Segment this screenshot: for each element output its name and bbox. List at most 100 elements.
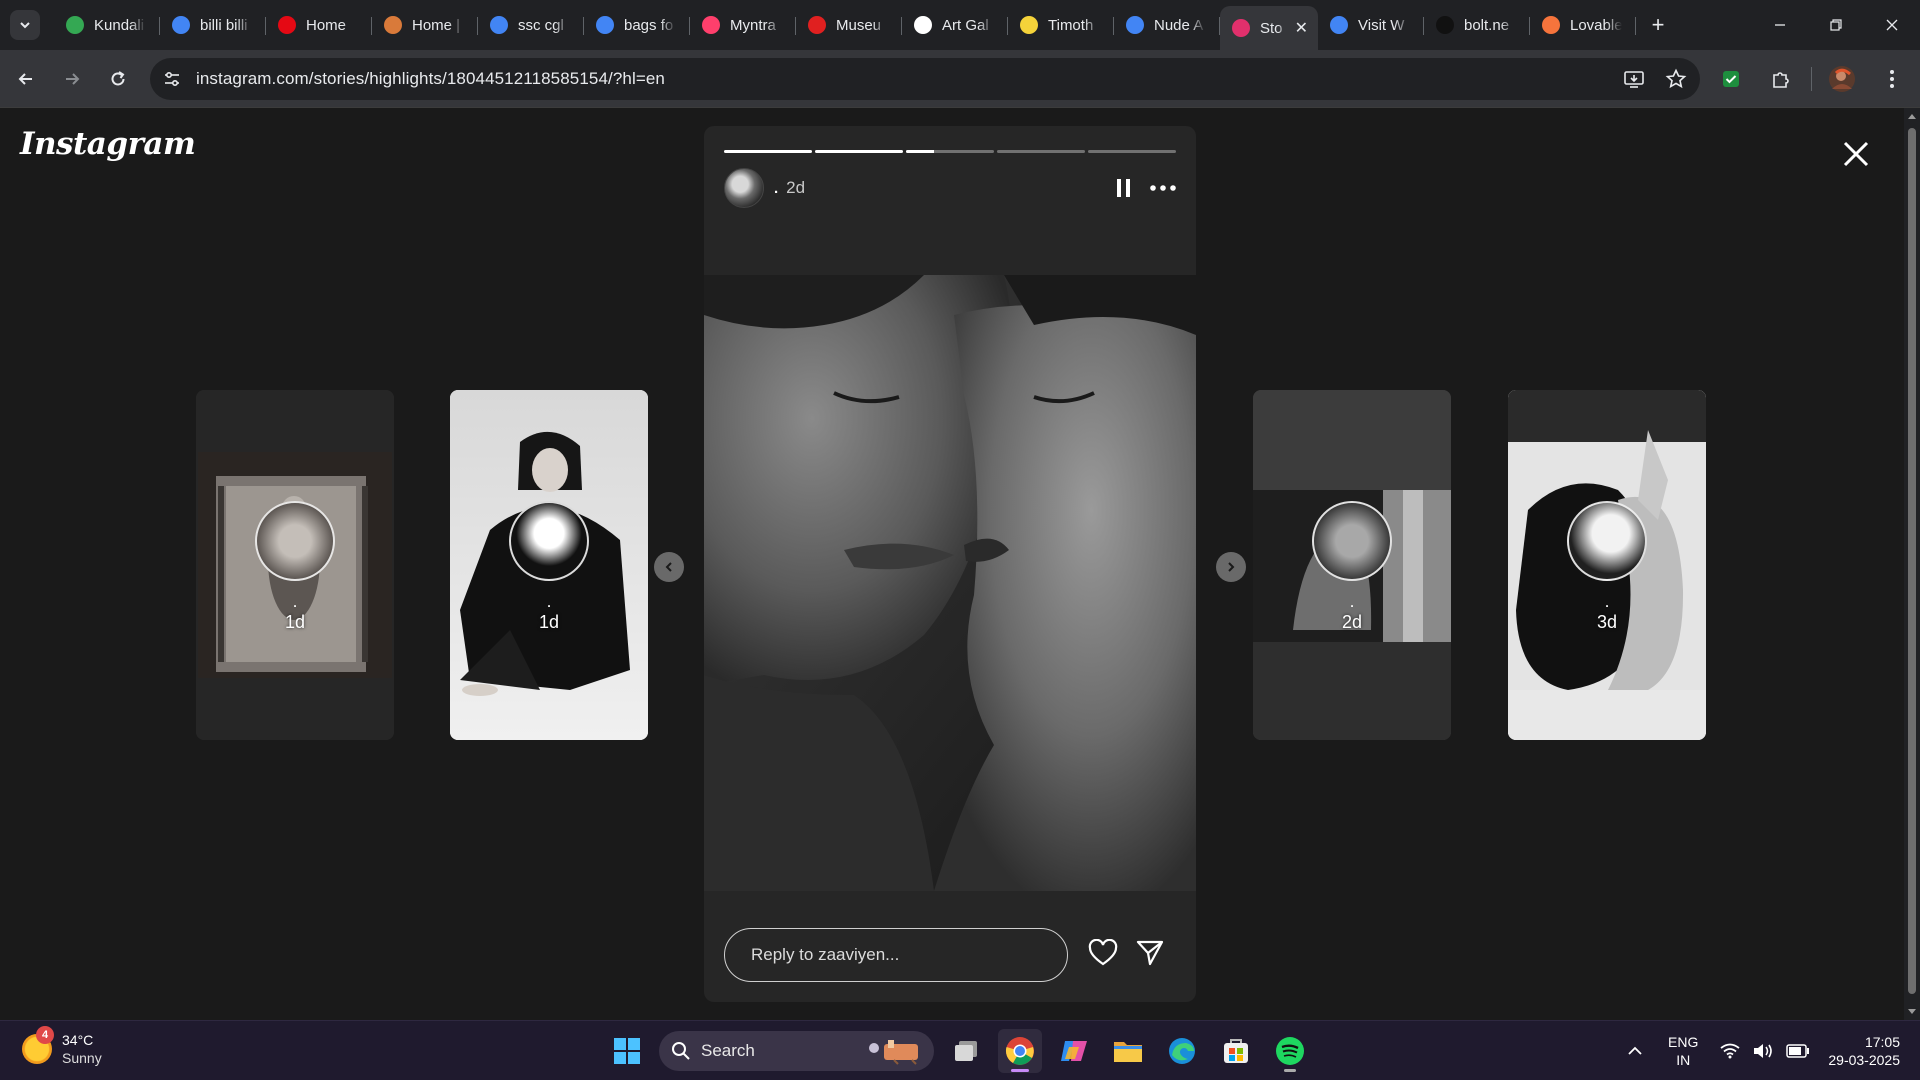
next-story-button[interactable] <box>1216 552 1246 582</box>
quick-settings[interactable] <box>1720 1042 1810 1060</box>
running-indicator <box>1284 1069 1296 1072</box>
story-header: . 2d <box>724 168 1176 208</box>
minimize-button[interactable] <box>1752 0 1808 50</box>
tab-search-button[interactable] <box>10 10 40 40</box>
taskbar-search[interactable]: Search <box>659 1031 934 1071</box>
story-options-button[interactable] <box>1150 185 1176 191</box>
extensions-button[interactable] <box>1761 59 1801 99</box>
browser-tab[interactable]: Home <box>266 0 372 50</box>
new-tab-button[interactable]: + <box>1640 7 1676 43</box>
taskbar-store[interactable] <box>1214 1029 1258 1073</box>
forward-button[interactable] <box>52 59 92 99</box>
browser-tab[interactable]: bolt.ne <box>1424 0 1530 50</box>
story-preview-1[interactable]: . 1d <box>196 390 394 740</box>
more-horizontal-icon <box>1150 185 1176 191</box>
share-button[interactable] <box>1136 939 1164 972</box>
site-info-button[interactable] <box>156 63 188 95</box>
previous-story-button[interactable] <box>654 552 684 582</box>
browser-menu-button[interactable] <box>1872 59 1912 99</box>
url-text[interactable]: instagram.com/stories/highlights/1804451… <box>196 69 665 89</box>
browser-tab[interactable]: Art Gal <box>902 0 1008 50</box>
story-preview-4[interactable]: . 3d <box>1508 390 1706 740</box>
progress-segment <box>724 150 812 153</box>
tab-title: bolt.ne <box>1464 16 1510 34</box>
page-scrollbar[interactable] <box>1904 108 1920 1020</box>
more-vertical-icon <box>1890 70 1894 88</box>
bolt-icon <box>1436 16 1454 34</box>
pause-button[interactable] <box>1116 178 1132 198</box>
google-icon <box>490 16 508 34</box>
task-view-button[interactable] <box>944 1029 988 1073</box>
weather-widget[interactable]: 4 34°C Sunny <box>22 1026 102 1067</box>
story-preview-3[interactable]: . 2d <box>1253 390 1451 740</box>
profile-button[interactable] <box>1822 59 1862 99</box>
show-hidden-icons-button[interactable] <box>1620 1045 1650 1057</box>
taskbar-spotify[interactable] <box>1268 1029 1312 1073</box>
chrome-icon <box>1005 1037 1034 1065</box>
netflix-icon <box>278 16 296 34</box>
wifi-icon <box>1720 1043 1740 1059</box>
toolbar-divider <box>1811 67 1812 91</box>
taskbar-copilot[interactable] <box>1052 1029 1096 1073</box>
tab-title: Sto <box>1260 19 1283 37</box>
browser-tab[interactable]: Nude A <box>1114 0 1220 50</box>
story-preview-2[interactable]: . 1d <box>450 390 648 740</box>
puzzle-icon <box>1773 72 1789 88</box>
clock[interactable]: 17:05 29-03-2025 <box>1828 1033 1900 1069</box>
start-button[interactable] <box>605 1029 649 1073</box>
close-tab-button[interactable]: ✕ <box>1295 18 1308 38</box>
browser-tab[interactable]: Museu <box>796 0 902 50</box>
chevron-right-icon <box>1228 562 1235 572</box>
close-icon <box>1886 19 1898 31</box>
tab-title: Timoth <box>1048 16 1094 34</box>
browser-tab[interactable]: Timoth <box>1008 0 1114 50</box>
taskbar-edge[interactable] <box>1160 1029 1204 1073</box>
reply-input[interactable] <box>724 928 1068 982</box>
bookmark-button[interactable] <box>1660 63 1692 95</box>
browser-tab[interactable]: Home | <box>372 0 478 50</box>
chevron-down-icon <box>20 22 30 29</box>
restore-icon <box>1830 19 1842 31</box>
browser-tab[interactable]: Visit W <box>1318 0 1424 50</box>
close-window-button[interactable] <box>1864 0 1920 50</box>
browser-tab[interactable]: bags fo <box>584 0 690 50</box>
region-code: IN <box>1676 1052 1691 1068</box>
progress-segment <box>1088 150 1176 153</box>
restore-button[interactable] <box>1808 0 1864 50</box>
search-highlight-icon <box>869 1040 918 1065</box>
reload-button[interactable] <box>98 59 138 99</box>
browser-tab[interactable]: Kundali <box>54 0 160 50</box>
pause-icon <box>1117 179 1130 197</box>
heart-icon <box>1088 938 1118 965</box>
instagram-icon <box>1232 19 1250 37</box>
install-icon <box>1624 71 1644 88</box>
browser-tab[interactable]: Myntra <box>690 0 796 50</box>
like-button[interactable] <box>1088 938 1118 972</box>
running-indicator <box>1011 1069 1029 1072</box>
extension-shield-button[interactable] <box>1711 59 1751 99</box>
taskbar-file-explorer[interactable] <box>1106 1029 1150 1073</box>
browser-tab[interactable]: billi billi <box>160 0 266 50</box>
window-controls <box>1752 0 1920 50</box>
browser-tab[interactable]: Lovable <box>1530 0 1636 50</box>
taskbar-chrome[interactable] <box>998 1029 1042 1073</box>
install-app-button[interactable] <box>1618 63 1650 95</box>
tab-title: Kundali <box>94 16 145 34</box>
browser-tab[interactable]: Sto ✕ <box>1220 6 1318 50</box>
story-media[interactable] <box>704 275 1196 891</box>
story-username[interactable]: . <box>774 180 778 197</box>
arrow-right-icon <box>66 72 80 85</box>
close-story-button[interactable] <box>1836 134 1876 174</box>
instagram-logo[interactable]: Instagram <box>20 126 196 162</box>
edge-icon <box>1169 1038 1195 1064</box>
browser-tab[interactable]: ssc cgl <box>478 0 584 50</box>
arrow-left-icon <box>18 72 32 85</box>
scrollbar-thumb[interactable] <box>1908 128 1916 994</box>
send-icon <box>1136 940 1164 965</box>
tab-title: Visit W <box>1358 16 1405 34</box>
story-avatar[interactable] <box>724 168 764 208</box>
address-bar[interactable]: instagram.com/stories/highlights/1804451… <box>150 58 1700 100</box>
google-icon <box>1330 16 1348 34</box>
back-button[interactable] <box>6 59 46 99</box>
language-indicator[interactable]: ENG IN <box>1668 1033 1698 1069</box>
